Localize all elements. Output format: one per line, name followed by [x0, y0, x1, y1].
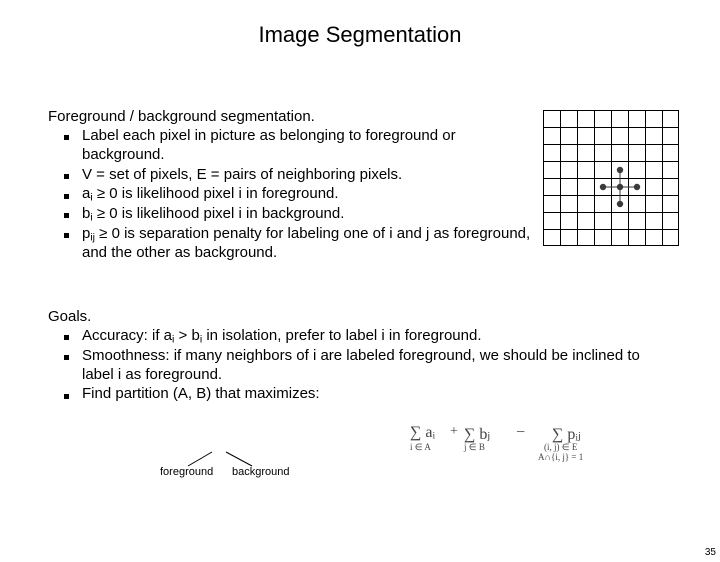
text: ≥ 0 is likelihood pixel i in background.	[93, 205, 345, 222]
goals-section: Goals. Accuracy: if ai > bi in isolation…	[48, 308, 658, 405]
objective-formula: ∑ aᵢ i ∈ A + ∑ bⱼ j ∈ B − ∑ pᵢⱼ (i, j) ∈…	[410, 418, 680, 478]
bullet-item: V = set of pixels, E = pairs of neighbor…	[82, 166, 538, 185]
bullet-list: Accuracy: if ai > bi in isolation, prefe…	[48, 327, 658, 404]
bullet-item: pij ≥ 0 is separation penalty for labeli…	[82, 225, 538, 263]
annotation-label-foreground: foreground	[160, 466, 213, 478]
formula-term: ∑ pᵢⱼ	[552, 424, 581, 444]
formula-op: −	[516, 424, 525, 442]
formula-op: +	[450, 424, 458, 440]
bullet-item: Label each pixel in picture as belonging…	[82, 127, 538, 165]
bullet-item: ai ≥ 0 is likelihood pixel i in foregrou…	[82, 185, 538, 204]
formula-term: ∑ bⱼ	[464, 424, 490, 444]
text: ≥ 0 is separation penalty for labeling o…	[82, 225, 530, 261]
bullet-list: Label each pixel in picture as belonging…	[48, 127, 538, 262]
formula-term: ∑ aᵢ	[410, 424, 435, 442]
section-heading: Foreground / background segmentation.	[48, 108, 538, 125]
bullet-item: bi ≥ 0 is likelihood pixel i in backgrou…	[82, 205, 538, 224]
pixel-grid-figure	[543, 110, 679, 246]
annotation-label-background: background	[232, 466, 290, 478]
bullet-item: Smoothness: if many neighbors of i are l…	[82, 347, 658, 385]
formula-subscript: A∩{i, j} = 1	[538, 452, 583, 462]
text: in isolation, prefer to label i in foreg…	[202, 327, 481, 344]
segmentation-section: Foreground / background segmentation. La…	[48, 108, 538, 263]
formula-subscript: i ∈ A	[410, 442, 431, 453]
section-heading: Goals.	[48, 308, 658, 325]
text: ≥ 0 is likelihood pixel i in foreground.	[93, 185, 339, 202]
slide-title: Image Segmentation	[0, 22, 720, 48]
slide: Image Segmentation Foreground / backgrou…	[0, 22, 720, 562]
text: > b	[174, 327, 199, 344]
formula-subscript: j ∈ B	[464, 442, 485, 453]
bullet-item: Find partition (A, B) that maximizes:	[82, 385, 658, 404]
page-number: 35	[705, 547, 716, 558]
bullet-item: Accuracy: if ai > bi in isolation, prefe…	[82, 327, 658, 346]
text: Accuracy: if a	[82, 327, 172, 344]
